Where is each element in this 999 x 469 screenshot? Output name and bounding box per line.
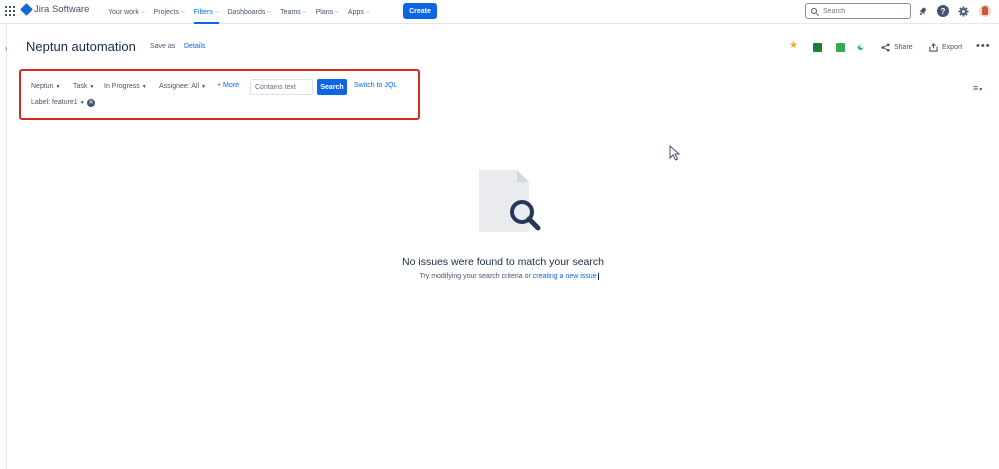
- nav-plans[interactable]: Plans ⌵: [316, 0, 339, 24]
- chevron-down-icon: ⌵: [335, 9, 339, 15]
- star-icon[interactable]: ★: [789, 41, 798, 51]
- more-filters-button[interactable]: + More: [217, 82, 239, 89]
- chevron-down-icon: ⌵: [267, 9, 272, 15]
- more-actions-button[interactable]: •••: [976, 40, 991, 52]
- people-icon[interactable]: ☯: [857, 43, 866, 52]
- product-name: Jira Software: [34, 4, 90, 15]
- chevron-down-icon: ▼: [55, 83, 61, 90]
- chevron-down-icon: ⌵: [180, 9, 185, 15]
- chevron-right-icon[interactable]: ›: [1, 43, 11, 53]
- share-button[interactable]: Share: [881, 43, 913, 52]
- chevron-down-icon: ⌵: [214, 9, 219, 15]
- nav-filters[interactable]: Filters ⌵: [193, 0, 219, 24]
- jira-logo[interactable]: Jira Software: [20, 3, 90, 16]
- chevron-down-icon: ▼: [141, 83, 147, 90]
- sheets-icon[interactable]: [836, 43, 845, 52]
- label-filter[interactable]: Label: feature1 ▼: [31, 99, 85, 106]
- no-results-illustration: [479, 170, 541, 232]
- save-as-button[interactable]: Save as: [150, 43, 175, 50]
- nav-teams[interactable]: Teams ⌵: [280, 0, 306, 24]
- jira-diamond-icon: [20, 3, 33, 16]
- assignee-filter[interactable]: Assignee: All ▼: [159, 83, 206, 90]
- create-button[interactable]: Create: [403, 3, 437, 19]
- empty-state-title: No issues were found to match your searc…: [402, 256, 604, 268]
- filter-highlight-frame: [19, 69, 420, 120]
- create-issue-link[interactable]: creating a new issue: [532, 273, 599, 280]
- app-switcher-grid-icon[interactable]: [5, 6, 15, 16]
- gear-icon[interactable]: [957, 5, 969, 17]
- page-title: Neptun automation: [26, 39, 136, 54]
- global-search[interactable]: [805, 3, 911, 19]
- details-link[interactable]: Details: [184, 43, 205, 50]
- chevron-down-icon: ⌵: [140, 9, 145, 15]
- switch-to-jql-link[interactable]: Switch to JQL: [354, 82, 397, 89]
- nav-projects[interactable]: Projects ⌵: [154, 0, 185, 24]
- type-filter[interactable]: Task ▼: [73, 83, 94, 90]
- clear-filter-icon[interactable]: ✕: [87, 99, 95, 107]
- nav-apps[interactable]: Apps ⌵: [348, 0, 370, 24]
- search-icon: [811, 8, 817, 14]
- chevron-down-icon: ▼: [79, 99, 85, 106]
- share-icon: [881, 43, 890, 52]
- contains-text-input[interactable]: [250, 79, 313, 95]
- export-button[interactable]: Export: [929, 43, 962, 52]
- mouse-cursor-icon: [669, 145, 681, 161]
- nav-your-work[interactable]: Your work ⌵: [108, 0, 145, 24]
- chevron-down-icon: ⌵: [365, 9, 370, 15]
- user-avatar[interactable]: [979, 5, 991, 17]
- status-filter[interactable]: In Progress ▼: [104, 83, 147, 90]
- excel-icon[interactable]: [813, 43, 822, 52]
- share-label: Share: [894, 44, 913, 51]
- list-view-icon[interactable]: ≡▼: [973, 83, 983, 93]
- export-label: Export: [942, 44, 963, 51]
- chevron-down-icon: ⌵: [302, 9, 307, 15]
- primary-nav: Your work ⌵ Projects ⌵ Filters ⌵ Dashboards…: [108, 0, 379, 24]
- sidebar-rail: [0, 25, 7, 469]
- chevron-down-icon: ▼: [201, 83, 207, 90]
- export-icon: [929, 43, 938, 52]
- global-search-input[interactable]: [823, 7, 903, 15]
- nav-dashboards[interactable]: Dashboards ⌵: [228, 0, 272, 24]
- search-button[interactable]: Search: [317, 79, 347, 95]
- top-navigation: Jira Software Your work ⌵ Projects ⌵ Filte…: [0, 0, 999, 24]
- empty-state-subtitle: Try modifying your search criteria or cr…: [419, 273, 599, 280]
- project-filter[interactable]: Neptun ▼: [31, 83, 61, 90]
- bell-icon[interactable]: [917, 5, 929, 17]
- chevron-down-icon: ▼: [89, 83, 95, 90]
- help-icon[interactable]: ?: [937, 5, 949, 17]
